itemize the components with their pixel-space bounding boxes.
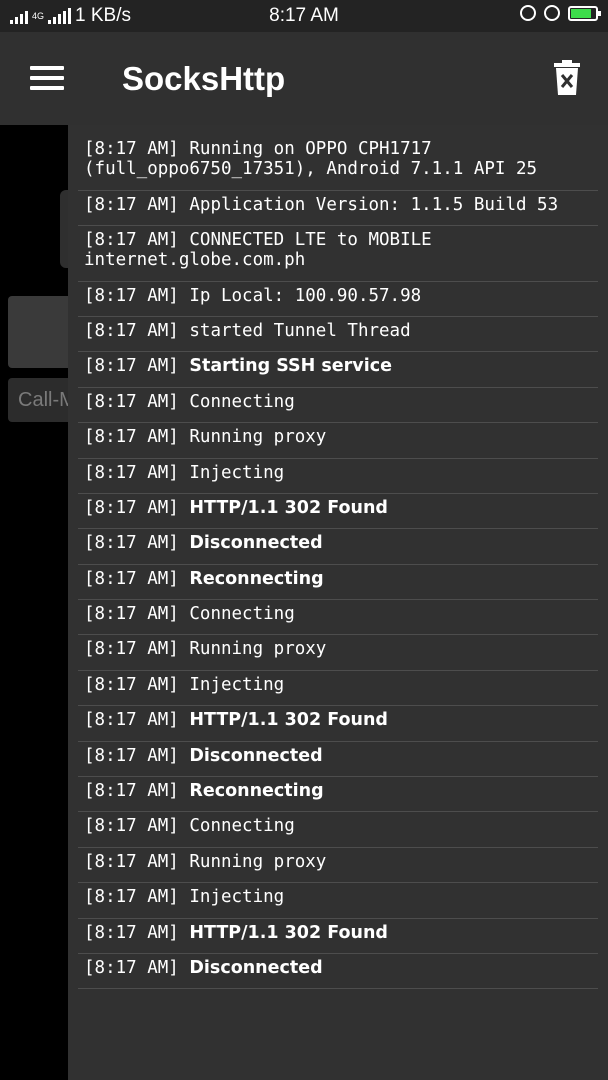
log-message: Reconnecting bbox=[189, 781, 324, 802]
log-item: [8:17 AM] HTTP/1.1 302 Found bbox=[78, 706, 598, 742]
log-message: Connecting bbox=[189, 391, 295, 412]
status-bar: 4G 1 KB/s 8:17 AM bbox=[0, 0, 608, 32]
log-timestamp: [8:17 AM] bbox=[84, 194, 179, 215]
log-item: [8:17 AM] Injecting bbox=[78, 883, 598, 919]
log-message: Ip Local: 100.90.57.98 bbox=[189, 285, 422, 306]
app-bar: SocksHttp bbox=[0, 32, 608, 125]
log-timestamp: [8:17 AM] bbox=[84, 958, 179, 978]
log-item: [8:17 AM] Running proxy bbox=[78, 635, 598, 671]
menu-icon[interactable] bbox=[30, 66, 64, 90]
log-timestamp: [8:17 AM] bbox=[84, 462, 179, 483]
log-message: Application Version: 1.1.5 Build 53 bbox=[189, 194, 559, 215]
log-item: [8:17 AM] Running proxy bbox=[78, 423, 598, 459]
log-timestamp: [8:17 AM] bbox=[84, 320, 179, 341]
log-message: Running proxy bbox=[189, 427, 327, 448]
log-timestamp: [8:17 AM] bbox=[84, 710, 179, 731]
log-message: Running proxy bbox=[189, 639, 327, 660]
log-timestamp: [8:17 AM] bbox=[84, 851, 179, 872]
log-timestamp: [8:17 AM] bbox=[84, 356, 179, 377]
log-item: [8:17 AM] Injecting bbox=[78, 459, 598, 494]
log-item: [8:17 AM] Ip Local: 100.90.57.98 bbox=[78, 282, 598, 317]
log-message: Injecting bbox=[189, 887, 285, 908]
log-timestamp: [8:17 AM] bbox=[84, 285, 179, 306]
log-item: [8:17 AM] Connecting bbox=[78, 600, 598, 636]
log-timestamp: [8:17 AM] bbox=[84, 887, 179, 908]
log-message: Disconnected bbox=[189, 533, 323, 554]
battery-icon bbox=[568, 5, 601, 21]
log-message: Starting SSH service bbox=[189, 356, 392, 377]
log-list: [8:17 AM] Running on OPPO CPH1717 (full_… bbox=[78, 135, 598, 990]
log-message: Reconnecting bbox=[189, 568, 324, 589]
log-item: [8:17 AM] Connecting bbox=[78, 812, 598, 848]
app-title: SocksHttp bbox=[122, 60, 286, 97]
log-item: [8:17 AM] HTTP/1.1 302 Found bbox=[78, 919, 598, 954]
log-item: [8:17 AM] Application Version: 1.1.5 Bui… bbox=[78, 191, 598, 226]
log-message: Disconnected bbox=[189, 745, 323, 766]
log-item: [8:17 AM] Disconnected bbox=[78, 529, 598, 565]
rotation-lock-icon bbox=[520, 5, 536, 21]
log-message: started Tunnel Thread bbox=[189, 320, 411, 341]
log-message: Injecting bbox=[189, 674, 285, 695]
log-timestamp: [8:17 AM] bbox=[84, 427, 179, 448]
log-message: HTTP/1.1 302 Found bbox=[189, 922, 388, 943]
log-message: Running proxy bbox=[189, 851, 327, 872]
log-timestamp: [8:17 AM] bbox=[84, 922, 179, 943]
log-timestamp: [8:17 AM] bbox=[84, 497, 179, 518]
log-timestamp: [8:17 AM] bbox=[84, 568, 179, 589]
log-timestamp: [8:17 AM] bbox=[84, 816, 179, 837]
log-item: [8:17 AM] Connecting bbox=[78, 388, 598, 424]
log-item: [8:17 AM] Starting SSH service bbox=[78, 352, 598, 388]
battery-fill bbox=[571, 8, 591, 18]
log-timestamp: [8:17 AM] bbox=[84, 139, 179, 159]
trash-icon[interactable] bbox=[553, 60, 581, 96]
log-item: [8:17 AM] Injecting bbox=[78, 671, 598, 707]
log-timestamp: [8:17 AM] bbox=[84, 674, 179, 695]
log-timestamp: [8:17 AM] bbox=[84, 639, 179, 660]
alarm-icon bbox=[544, 5, 560, 21]
log-item: [8:17 AM] Running proxy bbox=[78, 848, 598, 884]
log-timestamp: [8:17 AM] bbox=[84, 391, 179, 412]
log-timestamp: [8:17 AM] bbox=[84, 533, 179, 554]
status-right bbox=[520, 5, 601, 21]
status-time: 8:17 AM bbox=[269, 5, 339, 26]
log-message: Connecting bbox=[189, 816, 295, 837]
log-item: [8:17 AM] Disconnected bbox=[78, 954, 598, 990]
log-drawer: [8:17 AM] Running on OPPO CPH1717 (full_… bbox=[68, 125, 608, 1080]
log-timestamp: [8:17 AM] bbox=[84, 604, 179, 625]
log-item: [8:17 AM] started Tunnel Thread bbox=[78, 317, 598, 353]
log-item: [8:17 AM] Disconnected bbox=[78, 742, 598, 778]
log-message: Disconnected bbox=[189, 958, 323, 978]
log-message: HTTP/1.1 302 Found bbox=[189, 710, 388, 731]
log-timestamp: [8:17 AM] bbox=[84, 229, 179, 250]
log-message: Connecting bbox=[189, 604, 295, 625]
log-item: [8:17 AM] Reconnecting bbox=[78, 565, 598, 601]
log-message: HTTP/1.1 302 Found bbox=[189, 497, 388, 518]
log-item: [8:17 AM] Running on OPPO CPH1717 (full_… bbox=[78, 135, 598, 191]
log-item: [8:17 AM] Reconnecting bbox=[78, 777, 598, 813]
log-timestamp: [8:17 AM] bbox=[84, 781, 179, 802]
log-message: Injecting bbox=[189, 462, 285, 483]
log-item: [8:17 AM] HTTP/1.1 302 Found bbox=[78, 494, 598, 530]
log-timestamp: [8:17 AM] bbox=[84, 745, 179, 766]
log-item: [8:17 AM] CONNECTED LTE to MOBILE intern… bbox=[78, 226, 598, 282]
